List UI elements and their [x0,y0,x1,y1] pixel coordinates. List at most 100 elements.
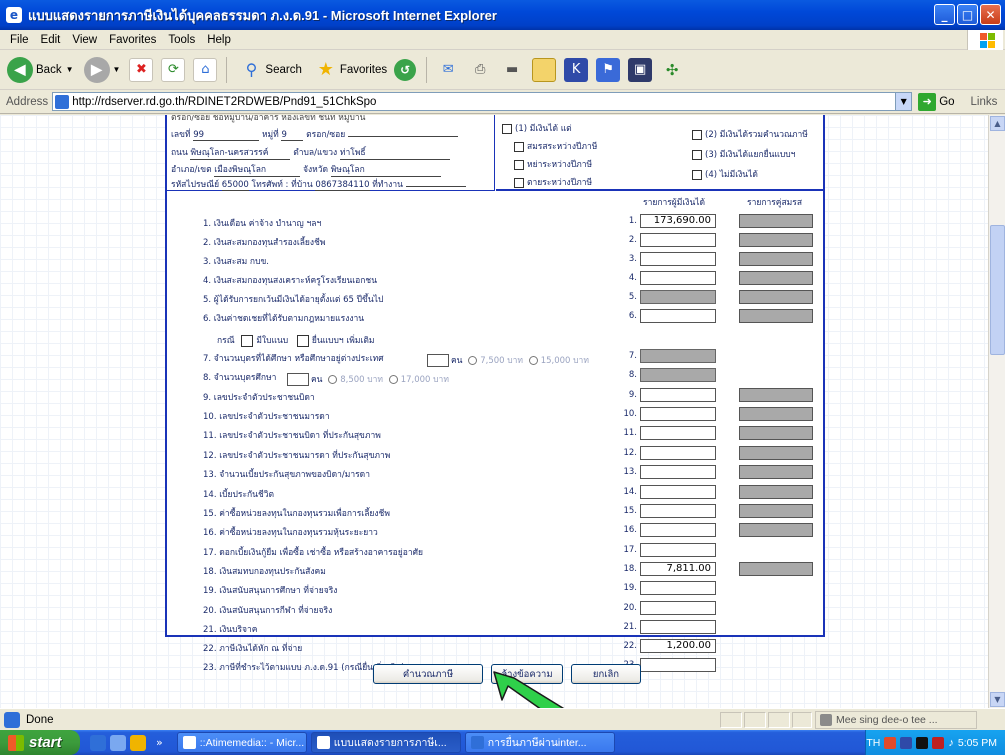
address-line-2: ถนน พิษณุโลก-นครสวรรค์ ตำบล/แขวง ท่าโพธิ… [171,145,450,160]
status-2[interactable]: (2) มีเงินได้รวมคำนวณภาษี [692,127,808,141]
scroll-up-icon[interactable]: ▲ [990,116,1005,131]
additional-filing-checkbox[interactable] [296,334,309,347]
taxpayer-amount-input[interactable]: 7,811.00 [640,562,716,576]
status-1[interactable]: (1) มีเงินได้ แต่ [502,121,572,135]
title-bar: e แบบแสดงรายการภาษีเงินได้บุคคลธรรมดา ภ.… [0,0,1005,30]
messenger-icon[interactable]: K [564,57,589,82]
go-button[interactable]: ➜ Go [918,92,955,111]
discuss-icon[interactable]: ✣ [660,58,684,82]
taxpayer-amount-input[interactable] [640,485,716,499]
menu-view[interactable]: View [66,34,103,46]
spouse-amount-field [739,309,813,323]
taxpayer-amount-input[interactable] [640,465,716,479]
refresh-icon[interactable]: ⟳ [161,57,186,82]
taskbar-item-tax-form[interactable]: แบบแสดงรายการภาษีเ... [310,732,461,753]
taskbar-item-efiling[interactable]: การยื่นภาษีผ่านinter... [464,732,615,753]
cancel-button[interactable]: ยกเลิก [571,664,641,684]
history-icon[interactable]: ↺ [394,58,417,81]
menu-tools[interactable]: Tools [162,34,201,46]
row-number: 21. [623,622,637,632]
research-icon[interactable]: ⚑ [596,57,621,82]
url-input[interactable] [72,95,893,108]
back-button[interactable]: ◀ Back ▼ [4,54,77,86]
taxpayer-amount-input[interactable] [640,252,716,266]
taxpayer-amount-input[interactable] [640,620,716,634]
status-4[interactable]: (4) ไม่มีเงินได้ [692,167,758,181]
taxpayer-amount-input[interactable] [640,601,716,615]
scroll-thumb[interactable] [990,225,1005,355]
row7-children-input[interactable] [427,354,449,367]
row-label: 18. เงินสมทบกองทุนประกันสังคม [203,567,326,577]
status-1c[interactable]: ตายระหว่างปีภาษี [514,175,592,189]
forward-button[interactable]: ▶ ▼ [81,54,124,86]
taxpayer-amount-input[interactable] [640,388,716,402]
menu-favorites[interactable]: Favorites [103,34,162,46]
taxpayer-amount-input[interactable] [640,309,716,323]
stop-icon[interactable]: ✖ [129,57,154,82]
spouse-amount-field [739,562,813,576]
taxpayer-amount-input[interactable] [640,407,716,421]
row8-children-input[interactable] [287,373,309,386]
folder-icon[interactable] [532,57,557,82]
favorites-button[interactable]: ★ Favorites [309,54,390,86]
taxpayer-amount-input[interactable] [640,658,716,672]
tray-k-icon[interactable] [932,736,945,749]
address-field[interactable]: ▼ [52,92,913,111]
ie-task-icon [316,736,330,749]
menu-file[interactable]: File [4,34,35,46]
edit-icon[interactable]: ▬ [500,58,524,82]
spouse-amount-field [739,504,813,518]
taxpayer-amount-input[interactable] [640,426,716,440]
ie-quicklaunch-icon[interactable] [90,734,106,751]
row8-radio-8500[interactable] [328,375,338,384]
menu-help[interactable]: Help [201,34,237,46]
taxpayer-amount-input[interactable] [640,543,716,557]
search-button[interactable]: ⚲ Search [234,54,304,86]
green-pointer-arrow-icon [493,671,565,708]
row7-radio-7500[interactable] [468,356,478,365]
attachment-checkbox[interactable] [241,334,254,347]
mail-icon[interactable]: ✉ [436,58,460,82]
home-icon[interactable]: ⌂ [193,57,218,82]
row-number: 10. [623,409,637,419]
taskbar-item-atimemedia[interactable]: ::Atimemedia:: - Micr... [176,732,307,753]
taxpayer-amount-input[interactable] [640,233,716,247]
volume-icon[interactable]: ♪ [948,737,954,749]
row7-radio-15000[interactable] [528,356,538,365]
links-button[interactable]: Links [971,96,998,108]
tray-word-icon[interactable] [900,736,913,749]
back-arrow-icon: ◀ [7,56,33,83]
minimize-button[interactable]: _ [934,4,955,25]
address-dropdown-icon[interactable]: ▼ [895,93,912,110]
menu-edit[interactable]: Edit [35,34,67,46]
status-1a[interactable]: สมรสระหว่างปีภาษี [514,139,597,153]
more-quicklaunch-icon[interactable]: » [156,736,163,749]
house-no-value: 99 [193,130,260,141]
ie-task-icon [182,736,196,749]
status-3[interactable]: (3) มีเงินได้แยกยื่นแบบฯ [692,147,795,161]
close-button[interactable]: ✕ [980,4,1001,25]
tray-app-icon[interactable] [884,736,897,749]
desktop-quicklaunch-icon[interactable] [110,734,126,751]
taxpayer-amount-input[interactable]: 173,690.00 [640,214,716,228]
taxpayer-amount-input[interactable] [640,446,716,460]
row8-radio-17000[interactable] [388,375,398,384]
taxpayer-amount-input[interactable] [640,523,716,537]
tray-black-icon[interactable] [916,736,929,749]
taxpayer-amount-input[interactable] [640,581,716,595]
maximize-button[interactable]: □ [957,4,978,25]
task-label: แบบแสดงรายการภาษีเ... [333,737,447,749]
language-indicator[interactable]: TH [866,737,880,749]
media-quicklaunch-icon[interactable] [130,734,146,751]
tool-icon[interactable]: ▣ [628,57,653,82]
start-button[interactable]: start [0,730,80,755]
print-icon[interactable]: ⎙ [468,58,492,82]
taxpayer-amount-input[interactable] [640,271,716,285]
moo-label: หมู่ที่ [261,130,279,140]
status-1b[interactable]: หย่าระหว่างปีภาษี [514,157,592,171]
scroll-down-icon[interactable]: ▼ [990,692,1005,707]
taxpayer-amount-input [640,290,716,304]
taxpayer-amount-input[interactable] [640,504,716,518]
taxpayer-amount-input[interactable]: 1,200.00 [640,639,716,653]
vertical-scrollbar[interactable]: ▲ ▼ [988,115,1005,708]
